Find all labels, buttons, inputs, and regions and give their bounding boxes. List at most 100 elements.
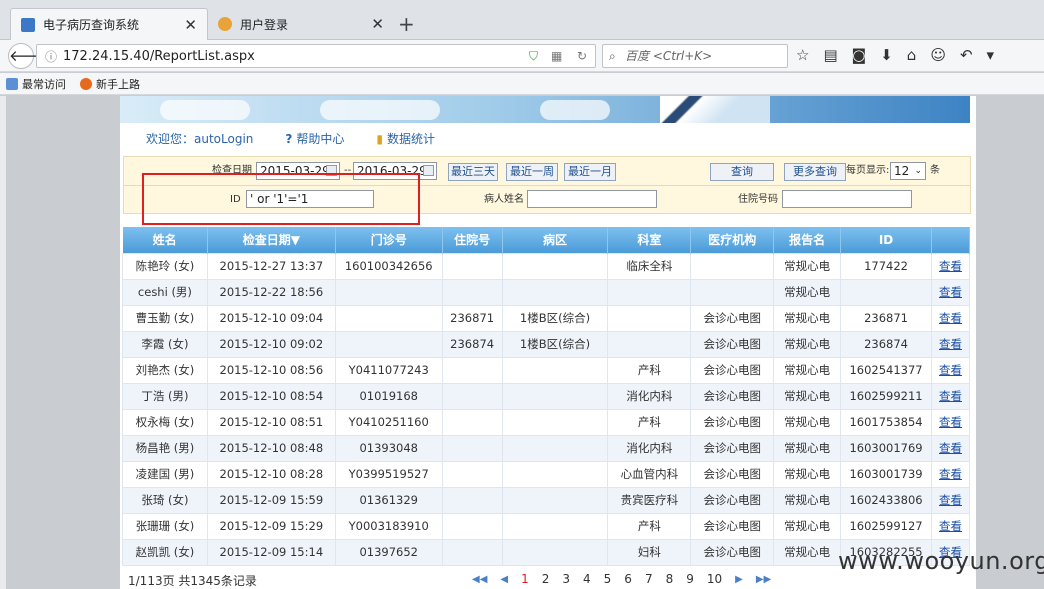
table-cell[interactable]: 查看 — [931, 356, 970, 384]
table-cell: 常规心电 — [773, 252, 842, 280]
close-icon[interactable]: ✕ — [184, 16, 197, 34]
col-inpatient[interactable]: 住院号 — [442, 227, 503, 253]
close-icon[interactable]: ✕ — [371, 15, 384, 33]
col-id[interactable]: ID — [840, 227, 932, 253]
table-cell: 236874 — [441, 330, 503, 358]
page-link[interactable]: 4 — [583, 572, 591, 586]
table-cell[interactable]: 查看 — [931, 460, 970, 488]
tab-emr[interactable]: 电子病历查询系统 ✕ — [10, 8, 208, 40]
table-cell[interactable]: 查看 — [931, 486, 970, 514]
last-page-icon[interactable]: ▶▶ — [756, 574, 771, 585]
col-outpatient[interactable]: 门诊号 — [335, 227, 443, 253]
home-icon[interactable]: ⌂ — [907, 46, 917, 64]
col-institution[interactable]: 医疗机构 — [690, 227, 775, 253]
table-cell — [501, 408, 609, 436]
bookmark-getting-started[interactable]: 新手上路 — [80, 76, 140, 92]
table-cell[interactable]: 查看 — [931, 330, 970, 358]
firefox-icon — [80, 77, 92, 90]
download-icon[interactable]: ⬇ — [880, 46, 893, 64]
table-cell[interactable]: 查看 — [931, 252, 970, 280]
last-week-button[interactable]: 最近一周 — [506, 163, 558, 181]
shield-icon[interactable]: ⛉ — [529, 49, 538, 64]
col-name[interactable]: 姓名 — [122, 227, 208, 253]
page-link[interactable]: 2 — [542, 572, 550, 586]
view-link[interactable]: 查看 — [939, 337, 962, 351]
tab-title: 用户登录 — [240, 17, 289, 32]
page-icon — [21, 17, 35, 32]
table-cell[interactable]: 查看 — [931, 408, 970, 436]
next-page-icon[interactable]: ▶ — [735, 574, 743, 585]
col-dept[interactable]: 科室 — [607, 227, 692, 253]
menu-icon[interactable]: ▾ — [987, 46, 995, 64]
table-row: 张珊珊 (女) 2015-12-09 15:29 Y0003183910 产科 会诊心电… — [122, 512, 970, 540]
query-button[interactable]: 查询 — [710, 163, 774, 181]
inpatient-no-input[interactable] — [782, 190, 912, 208]
pocket-icon[interactable]: ◙ — [852, 46, 867, 64]
page-link[interactable]: 10 — [707, 572, 722, 586]
page-link[interactable]: 6 — [624, 572, 632, 586]
bookmark-icon — [6, 77, 18, 90]
view-link[interactable]: 查看 — [939, 415, 962, 429]
table-cell: Y0410251160 — [334, 408, 443, 436]
view-link[interactable]: 查看 — [939, 493, 962, 507]
reader-icon[interactable]: ▤ — [823, 46, 837, 64]
last-month-button[interactable]: 最近一月 — [564, 163, 616, 181]
table-cell — [441, 486, 503, 514]
chat-icon[interactable]: ☺ — [930, 46, 946, 64]
reload-icon[interactable]: ↻ — [577, 49, 587, 63]
address-bar[interactable]: ⓘ 172.24.15.40/ReportList.aspx ⛉ ▦ ↻ — [36, 44, 596, 68]
table-cell[interactable]: 查看 — [931, 278, 970, 306]
view-link[interactable]: 查看 — [939, 467, 962, 481]
table-cell: 2015-12-22 18:56 — [206, 278, 336, 306]
back-button[interactable]: 🡐 — [8, 43, 49, 69]
page-link[interactable]: 1 — [521, 572, 529, 586]
page-link[interactable]: 9 — [686, 572, 694, 586]
table-cell: 2015-12-10 08:28 — [206, 460, 336, 488]
more-query-button[interactable]: 更多查询 — [784, 163, 846, 181]
patient-name-input[interactable] — [527, 190, 657, 208]
view-link[interactable]: 查看 — [939, 389, 962, 403]
table-cell: 1602433806 — [840, 486, 932, 514]
search-input[interactable]: ⌕ 百度 <Ctrl+K> — [602, 44, 788, 68]
first-page-icon[interactable]: ◀◀ — [472, 574, 487, 585]
page-link[interactable]: 3 — [562, 572, 570, 586]
table-cell: 1602599127 — [840, 512, 932, 540]
stats-link[interactable]: ▮ 数据统计 — [376, 130, 435, 147]
prev-page-icon[interactable]: ◀ — [500, 574, 508, 585]
last-3-days-button[interactable]: 最近三天 — [448, 163, 498, 181]
table-cell: 曹玉勤 (女) — [122, 304, 208, 332]
table-cell[interactable]: 查看 — [931, 512, 970, 540]
star-icon[interactable]: ☆ — [796, 46, 809, 64]
table-cell: 产科 — [607, 512, 692, 540]
table-cell[interactable]: 查看 — [931, 304, 970, 332]
qr-icon[interactable]: ▦ — [551, 49, 562, 63]
per-page-select[interactable]: 12 ⌄ — [890, 162, 926, 180]
page-link[interactable]: 8 — [666, 572, 674, 586]
col-report[interactable]: 报告名 — [773, 227, 842, 253]
help-link[interactable]: ? 帮助中心 — [285, 130, 344, 147]
tab-login[interactable]: 用户登录 ✕ — [208, 8, 394, 40]
table-cell[interactable]: 查看 — [931, 434, 970, 462]
search-icon: ⌕ — [609, 49, 616, 63]
calendar-icon[interactable] — [423, 165, 434, 176]
report-table: 姓名 检查日期▼ 门诊号 住院号 病区 科室 医疗机构 报告名 ID 陈艳玲 (… — [122, 227, 970, 566]
col-date[interactable]: 检查日期▼ — [207, 227, 336, 253]
view-link[interactable]: 查看 — [939, 311, 962, 325]
table-cell[interactable]: 查看 — [931, 382, 970, 410]
table-cell — [607, 304, 692, 332]
view-link[interactable]: 查看 — [939, 363, 962, 377]
view-link[interactable]: 查看 — [939, 519, 962, 533]
col-ward[interactable]: 病区 — [502, 227, 609, 253]
bookmark-most-visited[interactable]: 最常访问 — [6, 76, 66, 92]
new-tab-button[interactable]: + — [398, 12, 415, 36]
table-cell: 01361329 — [334, 486, 443, 514]
page-link[interactable]: 7 — [645, 572, 653, 586]
table-cell: 会诊心电图 — [690, 538, 775, 566]
table-cell: 消化内科 — [607, 434, 692, 462]
view-link[interactable]: 查看 — [939, 441, 962, 455]
info-icon[interactable]: ⓘ — [45, 48, 57, 65]
view-link[interactable]: 查看 — [939, 285, 962, 299]
undo-icon[interactable]: ↶ — [960, 46, 973, 64]
view-link[interactable]: 查看 — [939, 259, 962, 273]
page-link[interactable]: 5 — [604, 572, 612, 586]
